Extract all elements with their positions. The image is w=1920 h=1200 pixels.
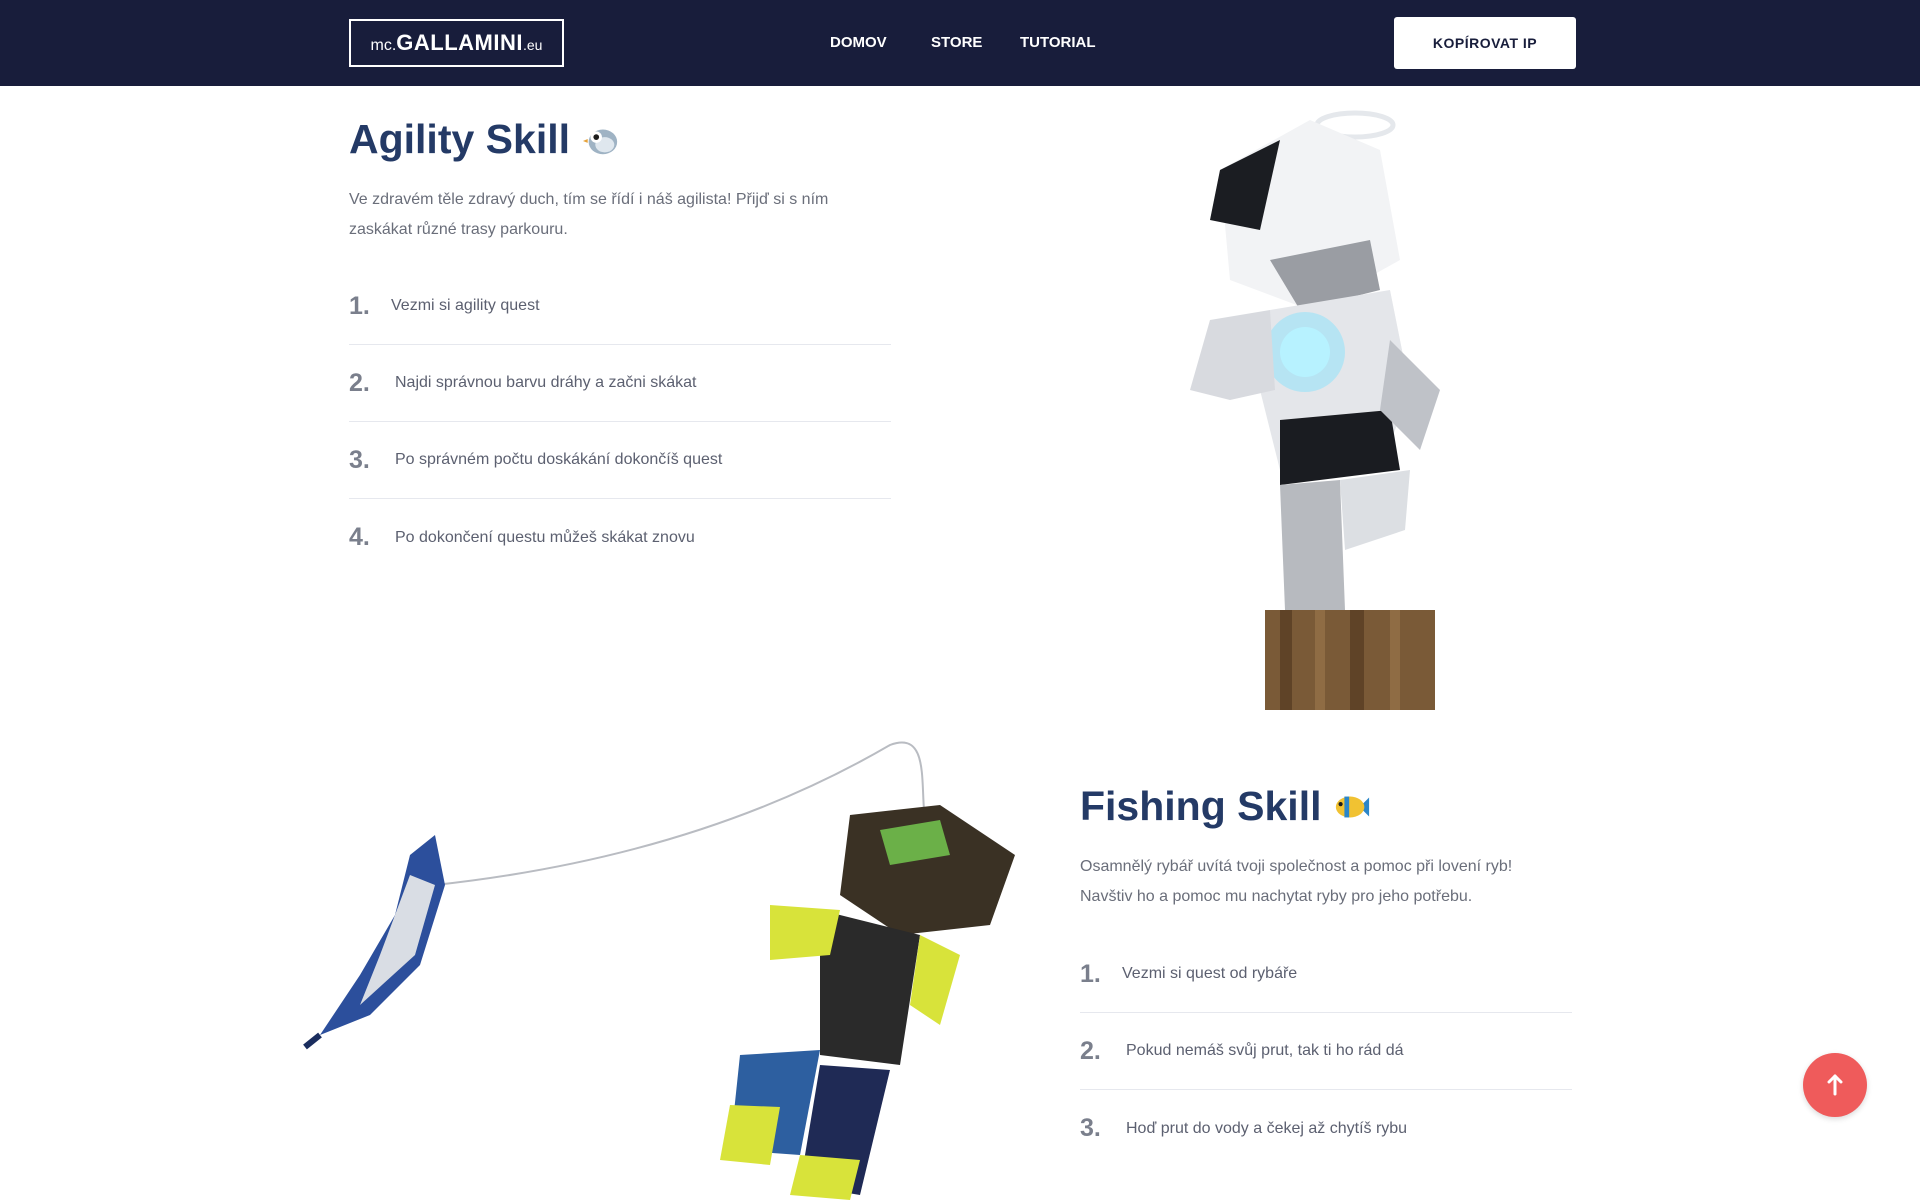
fishing-character-illustration — [303, 741, 1015, 1200]
step-text: Vezmi si quest od rybáře — [1122, 965, 1298, 982]
fishing-step: 3. Hoď prut do vody a čekej až chytíš ry… — [1080, 1090, 1572, 1167]
agility-step: 2. Najdi správnou barvu dráhy a začni sk… — [349, 345, 891, 422]
fishing-section-title: Fishing Skill — [1080, 783, 1371, 830]
agility-steps-list: 1. Vezmi si agility quest 2. Najdi správ… — [349, 268, 891, 576]
logo-prefix: mc. — [370, 37, 397, 54]
agility-step: 1. Vezmi si agility quest — [349, 268, 891, 345]
logo-suffix: .eu — [523, 37, 543, 53]
step-number: 2. — [349, 368, 370, 397]
agility-description: Ve zdravém těle zdravý duch, tím se řídí… — [349, 185, 889, 245]
step-text: Po správném počtu doskákání dokončíš que… — [395, 451, 723, 468]
nav-link-store[interactable]: STORE — [931, 34, 982, 51]
step-text: Po dokončení questu můžeš skákat znovu — [395, 528, 695, 546]
site-header: mc. GALLAMINI .eu DOMOV STORE TUTORIAL K… — [0, 0, 1920, 86]
agility-description-line-2: zaskákat různé trasy parkouru. — [349, 221, 568, 238]
copy-ip-button[interactable]: KOPÍROVAT IP — [1394, 17, 1576, 69]
fishing-steps-list: 1. Vezmi si quest od rybáře 2. Pokud nem… — [1080, 936, 1572, 1167]
fishing-step: 1. Vezmi si quest od rybáře — [1080, 936, 1572, 1013]
step-number: 1. — [1080, 959, 1101, 988]
step-text: Pokud nemáš svůj prut, tak ti ho rád dá — [1126, 1042, 1404, 1059]
fishing-step: 2. Pokud nemáš svůj prut, tak ti ho rád … — [1080, 1013, 1572, 1090]
agility-step: 3. Po správném počtu doskákání dokončíš … — [349, 422, 891, 499]
fish-icon — [1336, 796, 1370, 817]
fishing-description-line-1: Osamnělý rybář uvítá tvoji společnost a … — [1080, 858, 1513, 875]
logo-main: GALLAMINI — [396, 30, 523, 55]
scroll-to-top-button[interactable] — [1803, 1053, 1867, 1117]
fishing-description: Osamnělý rybář uvítá tvoji společnost a … — [1080, 852, 1580, 912]
step-number: 4. — [349, 523, 370, 551]
step-text: Najdi správnou barvu dráhy a začni skáka… — [395, 374, 697, 391]
step-text: Vezmi si agility quest — [391, 297, 540, 314]
fishing-description-line-2: Navštiv ho a pomoc mu nachytat ryby pro … — [1080, 888, 1473, 905]
agility-description-line-1: Ve zdravém těle zdravý duch, tím se řídí… — [349, 191, 829, 208]
agility-step: 4. Po dokončení questu můžeš skákat znov… — [349, 499, 891, 576]
nav-link-domov[interactable]: DOMOV — [830, 34, 887, 51]
site-logo[interactable]: mc. GALLAMINI .eu — [349, 19, 564, 67]
step-text: Hoď prut do vody a čekej až chytíš rybu — [1126, 1119, 1408, 1137]
fishing-title-text: Fishing Skill — [1080, 783, 1322, 829]
step-number: 3. — [1080, 1114, 1101, 1142]
agility-title-text: Agility Skill — [349, 116, 570, 162]
step-number: 2. — [1080, 1036, 1101, 1065]
arrow-up-icon — [1827, 1074, 1843, 1096]
bird-icon — [582, 129, 618, 154]
nav-link-tutorial[interactable]: TUTORIAL — [1020, 34, 1096, 51]
step-number: 3. — [349, 445, 370, 474]
step-number: 1. — [349, 291, 370, 320]
agility-section-title: Agility Skill — [349, 116, 620, 163]
agility-character-illustration — [1190, 110, 1440, 710]
